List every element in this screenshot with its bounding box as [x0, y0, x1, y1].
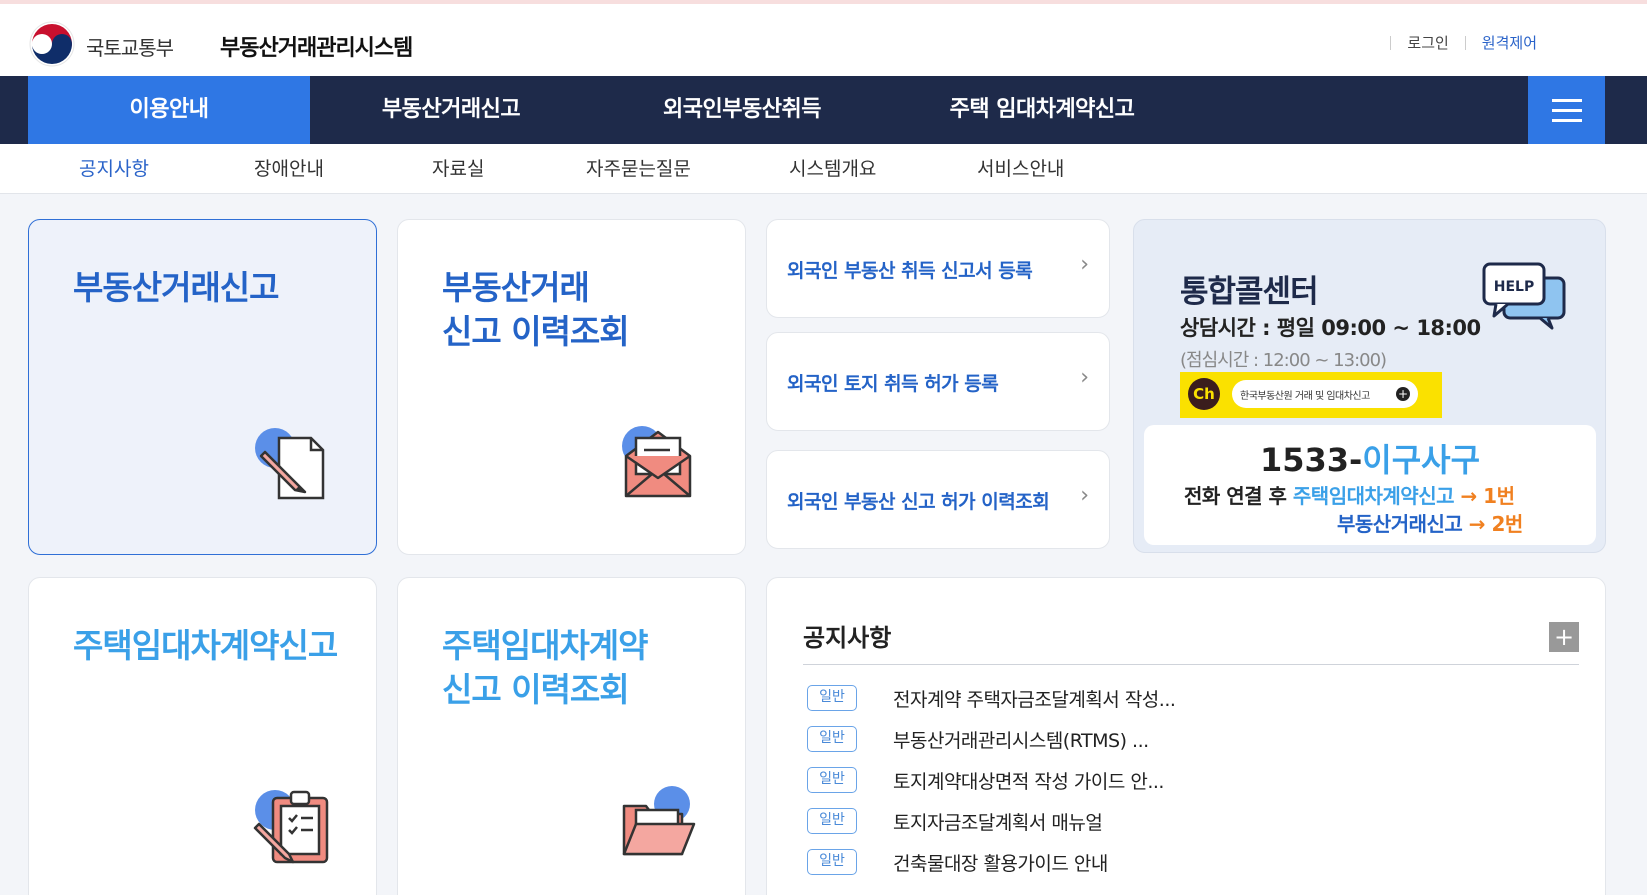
hamburger-icon-bar [1552, 109, 1582, 112]
chevron-right-icon: › [1080, 483, 1089, 508]
gnb-item-real-estate-report[interactable]: 부동산거래신고 [310, 76, 592, 144]
site-header: 국토교통부 부동산거래관리시스템 로그인 원격제어 [0, 4, 1647, 76]
utility-links: 로그인 원격제어 [1374, 32, 1537, 53]
call-center-hours: 상담시간 : 평일 09:00 ~ 18:00 [1180, 316, 1481, 340]
gnb-item-lease-report[interactable]: 주택 임대차계약신고 [892, 76, 1192, 144]
gnb-item-usage-guide[interactable]: 이용안내 [28, 76, 310, 144]
notice-row[interactable]: 일반 토지자금조달계획서 매뉴얼 [807, 806, 1567, 836]
subnav-item-service-guide[interactable]: 서비스안내 [977, 144, 1064, 194]
subnav-item-faq[interactable]: 자주묻는질문 [586, 144, 691, 194]
real-estate-report-card[interactable]: 부동산거래신고 [28, 219, 377, 555]
phone-prefix: 1533- [1259, 441, 1363, 479]
open-folder-icon [622, 786, 696, 856]
link-label: 외국인 부동산 취득 신고서 등록 [787, 260, 1033, 282]
phone-guide-report: 부동산거래신고 [1337, 512, 1463, 536]
category-badge: 일반 [807, 849, 857, 875]
document-pencil-icon [255, 428, 325, 500]
notice-board: 공지사항 + 일반 전자계약 주택자금조달계획서 작성... 일반 부동산거래관… [766, 577, 1606, 895]
foreign-link-acquisition-report[interactable]: 외국인 부동산 취득 신고서 등록 › [766, 219, 1110, 318]
chevron-right-icon: › [1080, 252, 1089, 277]
phone-suffix: 이구사구 [1362, 441, 1481, 479]
ministry-name[interactable]: 국토교통부 [86, 32, 174, 61]
kakao-channel-icon: Ch [1188, 378, 1220, 410]
help-label: HELP [1494, 279, 1534, 295]
card-title: 부동산거래 신고 이력조회 [442, 268, 630, 351]
notice-row[interactable]: 일반 토지계약대상면적 작성 가이드 안... [807, 765, 1567, 795]
call-center-title: 통합콜센터 [1180, 274, 1319, 310]
category-badge: 일반 [807, 685, 857, 711]
phone-guide-lease: 주택임대차계약신고 [1292, 484, 1455, 508]
report-history-card[interactable]: 부동산거래 신고 이력조회 [397, 219, 746, 555]
foreign-link-land-permit[interactable]: 외국인 토지 취득 허가 등록 › [766, 332, 1110, 431]
lease-history-card[interactable]: 주택임대차계약 신고 이력조회 [397, 577, 746, 895]
government-emblem-icon[interactable] [28, 20, 76, 68]
hamburger-icon-bar [1552, 119, 1582, 122]
card-title: 주택임대차계약신고 [73, 626, 338, 665]
phone-number[interactable]: 1533-이구사구 [1144, 435, 1596, 481]
gnb-item-foreign-acquisition[interactable]: 외국인부동산취득 [592, 76, 892, 144]
divider [1464, 35, 1466, 50]
hamburger-icon [1552, 99, 1582, 102]
subnav-item-notice[interactable]: 공지사항 [79, 144, 149, 194]
phone-info-box: 1533-이구사구 전화 연결 후 주택임대차계약신고 → 1번 부동산거래신고… [1144, 425, 1596, 545]
help-chat-icon: HELP [1482, 262, 1566, 330]
card-title: 부동산거래신고 [73, 268, 280, 307]
phone-guide-option-2: → 2번 [1462, 512, 1524, 536]
system-name[interactable]: 부동산거래관리시스템 [220, 30, 413, 62]
call-center-lunch: (점심시간 : 12:00 ~ 13:00) [1180, 350, 1387, 371]
notice-row[interactable]: 일반 전자계약 주택자금조달계획서 작성... [807, 683, 1567, 713]
kakao-channel-pill: 한국부동산원 거래 및 임대차신고 + [1232, 380, 1418, 408]
subnav-item-library[interactable]: 자료실 [432, 144, 484, 194]
phone-guide-line-1: 전화 연결 후 주택임대차계약신고 → 1번 [1184, 480, 1515, 509]
kakao-channel-button[interactable]: Ch 한국부동산원 거래 및 임대차신고 + [1180, 372, 1442, 418]
kakao-channel-text: 한국부동산원 거래 및 임대차신고 [1240, 391, 1370, 402]
category-badge: 일반 [807, 808, 857, 834]
notice-title: 공지사항 [803, 624, 892, 652]
card-title: 주택임대차계약 신고 이력조회 [442, 626, 649, 709]
chevron-right-icon: › [1080, 365, 1089, 390]
envelope-letter-icon [622, 426, 692, 498]
main-navigation: 이용안내 부동산거래신고 외국인부동산취득 주택 임대차계약신고 [0, 76, 1647, 144]
remote-control-link[interactable]: 원격제어 [1482, 32, 1537, 53]
notice-row[interactable]: 일반 건축물대장 활용가이드 안내 [807, 847, 1567, 877]
divider [1390, 35, 1392, 50]
notice-link[interactable]: 부동산거래관리시스템(RTMS) ... [893, 726, 1149, 753]
notice-link[interactable]: 전자계약 주택자금조달계획서 작성... [893, 685, 1176, 712]
all-menu-button[interactable] [1528, 76, 1605, 144]
notice-link[interactable]: 토지자금조달계획서 매뉴얼 [893, 808, 1103, 835]
divider [803, 664, 1579, 665]
clipboard-checklist-icon [253, 790, 329, 864]
more-plus-button[interactable]: + [1549, 622, 1579, 652]
subnav-item-system-overview[interactable]: 시스템개요 [789, 144, 876, 194]
lease-report-card[interactable]: 주택임대차계약신고 [28, 577, 377, 895]
category-badge: 일반 [807, 726, 857, 752]
foreign-link-history[interactable]: 외국인 부동산 신고 허가 이력조회 › [766, 450, 1110, 549]
call-center-card: 통합콜센터 상담시간 : 평일 09:00 ~ 18:00 (점심시간 : 12… [1133, 219, 1606, 553]
subnav-item-outage[interactable]: 장애안내 [254, 144, 324, 194]
notice-row[interactable]: 일반 부동산거래관리시스템(RTMS) ... [807, 724, 1567, 754]
phone-guide-prefix: 전화 연결 후 [1184, 484, 1293, 508]
phone-guide-option-1: → 1번 [1454, 484, 1515, 508]
link-label: 외국인 토지 취득 허가 등록 [787, 373, 999, 395]
link-label: 외국인 부동산 신고 허가 이력조회 [787, 491, 1050, 513]
sub-navigation: 공지사항 장애안내 자료실 자주묻는질문 시스템개요 서비스안내 [0, 144, 1647, 194]
login-link[interactable]: 로그인 [1407, 32, 1448, 53]
phone-guide-line-2: 부동산거래신고 → 2번 [1337, 508, 1523, 537]
plus-circle-icon: + [1396, 387, 1410, 401]
category-badge: 일반 [807, 767, 857, 793]
notice-link[interactable]: 건축물대장 활용가이드 안내 [893, 849, 1108, 876]
notice-link[interactable]: 토지계약대상면적 작성 가이드 안... [893, 767, 1164, 794]
